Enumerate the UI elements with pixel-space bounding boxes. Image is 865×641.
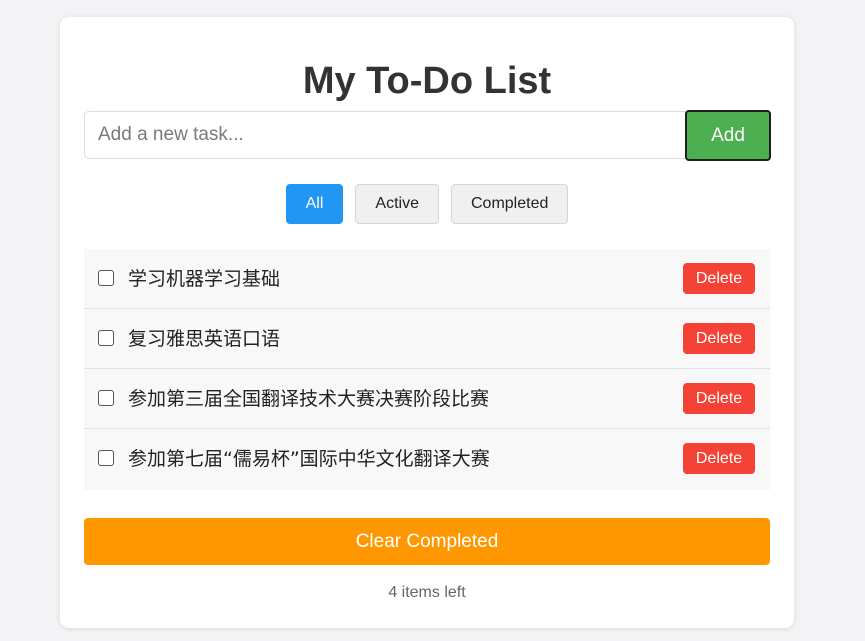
checkbox-icon[interactable] [98,330,114,346]
items-left-counter: 4 items left [388,584,466,601]
task-item: 学习机器学习基础 Delete [84,249,770,309]
task-item: 复习雅思英语口语 Delete [84,309,770,369]
task-item: 参加第三届全国翻译技术大赛决赛阶段比赛 Delete [84,369,770,429]
filter-all-button[interactable]: All [285,184,344,224]
delete-task-button[interactable]: Delete [683,443,755,474]
checkbox-icon[interactable] [98,450,114,466]
add-task-form: Add [84,110,771,161]
filter-active-button[interactable]: Active [355,184,439,224]
task-text: 参加第七届“儒易杯”国际中华文化翻译大赛 [128,448,490,470]
add-button[interactable]: Add [685,110,771,161]
delete-task-button[interactable]: Delete [683,263,755,294]
page-title: My To-Do List [302,60,552,102]
task-list: 学习机器学习基础 Delete 复习雅思英语口语 Delete 参加第三届全国翻… [84,249,770,490]
filter-completed-button[interactable]: Completed [450,184,569,224]
task-text: 学习机器学习基础 [128,268,281,290]
task-text: 参加第三届全国翻译技术大赛决赛阶段比赛 [128,388,490,410]
task-item: 参加第七届“儒易杯”国际中华文化翻译大赛 Delete [84,429,770,490]
clear-completed-button[interactable]: Clear Completed [84,518,770,565]
delete-task-button[interactable]: Delete [683,383,755,414]
task-text: 复习雅思英语口语 [128,328,281,350]
new-task-input[interactable] [84,111,686,159]
checkbox-icon[interactable] [98,390,114,406]
todo-card: My To-Do List Add All Active Completed 学… [60,17,794,628]
filter-bar: All Active Completed [60,184,794,224]
checkbox-icon[interactable] [98,270,114,286]
delete-task-button[interactable]: Delete [683,323,755,354]
